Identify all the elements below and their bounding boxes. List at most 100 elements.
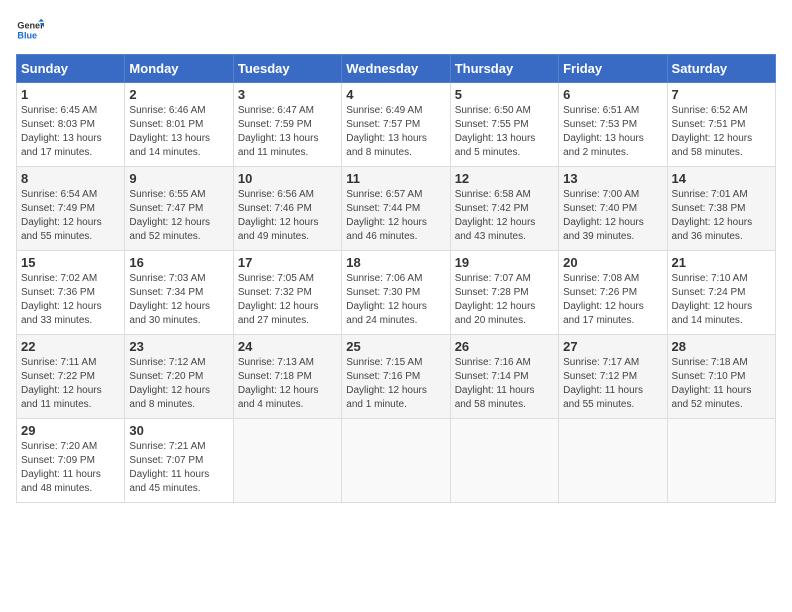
day-detail: Sunrise: 6:51 AM Sunset: 7:53 PM Dayligh… (563, 104, 662, 160)
calendar-cell: 17 Sunrise: 7:05 AM Sunset: 7:32 PM Dayli… (233, 251, 341, 335)
day-detail: Sunrise: 7:11 AM Sunset: 7:22 PM Dayligh… (21, 356, 120, 412)
calendar-cell: 4 Sunrise: 6:49 AM Sunset: 7:57 PM Daylig… (342, 83, 450, 167)
calendar-cell: 2Sunrise: 6:46 AM Sunset: 8:01 PM Daylig… (125, 83, 233, 167)
weekday-header-monday: Monday (125, 55, 233, 83)
calendar-cell: 26 Sunrise: 7:16 AM Sunset: 7:14 PM Dayli… (450, 335, 558, 419)
day-detail: Sunrise: 7:10 AM Sunset: 7:24 PM Dayligh… (672, 272, 771, 328)
day-number: 21 (672, 255, 771, 270)
calendar-cell: 1 Sunrise: 6:45 AM Sunset: 8:03 PM Daylig… (17, 83, 125, 167)
day-number: 27 (563, 339, 662, 354)
calendar-cell: 10 Sunrise: 6:56 AM Sunset: 7:46 PM Dayli… (233, 167, 341, 251)
day-number: 18 (346, 255, 445, 270)
calendar-cell: 21 Sunrise: 7:10 AM Sunset: 7:24 PM Dayli… (667, 251, 775, 335)
calendar-cell: 19Sunrise: 7:07 AM Sunset: 7:28 PM Dayli… (450, 251, 558, 335)
svg-text:General: General (17, 21, 44, 31)
day-detail: Sunrise: 7:13 AM Sunset: 7:18 PM Dayligh… (238, 356, 337, 412)
day-detail: Sunrise: 7:18 AM Sunset: 7:10 PM Dayligh… (672, 356, 771, 412)
day-number: 15 (21, 255, 120, 270)
day-detail: Sunrise: 7:12 AM Sunset: 7:20 PM Dayligh… (129, 356, 228, 412)
calendar-cell: 30 Sunrise: 7:21 AM Sunset: 7:07 PM Dayli… (125, 419, 233, 503)
calendar-cell: 9 Sunrise: 6:55 AM Sunset: 7:47 PM Daylig… (125, 167, 233, 251)
calendar-cell: 8 Sunrise: 6:54 AM Sunset: 7:49 PM Daylig… (17, 167, 125, 251)
day-detail: Sunrise: 7:05 AM Sunset: 7:32 PM Dayligh… (238, 272, 337, 328)
calendar-cell: 16 Sunrise: 7:03 AM Sunset: 7:34 PM Dayli… (125, 251, 233, 335)
day-detail: Sunrise: 7:16 AM Sunset: 7:14 PM Dayligh… (455, 356, 554, 412)
calendar-cell: 25 Sunrise: 7:15 AM Sunset: 7:16 PM Dayli… (342, 335, 450, 419)
day-detail: Sunrise: 7:17 AM Sunset: 7:12 PM Dayligh… (563, 356, 662, 412)
day-number: 5 (455, 87, 554, 102)
day-detail: Sunrise: 7:03 AM Sunset: 7:34 PM Dayligh… (129, 272, 228, 328)
day-number: 16 (129, 255, 228, 270)
calendar-cell: 15 Sunrise: 7:02 AM Sunset: 7:36 PM Dayli… (17, 251, 125, 335)
day-number: 2 (129, 87, 228, 102)
day-number: 19 (455, 255, 554, 270)
day-detail: Sunrise: 6:52 AM Sunset: 7:51 PM Dayligh… (672, 104, 771, 160)
day-detail: Sunrise: 6:57 AM Sunset: 7:44 PM Dayligh… (346, 188, 445, 244)
day-detail: Sunrise: 7:00 AM Sunset: 7:40 PM Dayligh… (563, 188, 662, 244)
calendar-cell: 22 Sunrise: 7:11 AM Sunset: 7:22 PM Dayli… (17, 335, 125, 419)
day-number: 17 (238, 255, 337, 270)
calendar-cell: 27 Sunrise: 7:17 AM Sunset: 7:12 PM Dayli… (559, 335, 667, 419)
day-detail: Sunrise: 6:49 AM Sunset: 7:57 PM Dayligh… (346, 104, 445, 160)
day-number: 12 (455, 171, 554, 186)
day-number: 4 (346, 87, 445, 102)
weekday-header-wednesday: Wednesday (342, 55, 450, 83)
day-number: 11 (346, 171, 445, 186)
day-detail: Sunrise: 7:08 AM Sunset: 7:26 PM Dayligh… (563, 272, 662, 328)
day-number: 10 (238, 171, 337, 186)
weekday-header-saturday: Saturday (667, 55, 775, 83)
day-number: 23 (129, 339, 228, 354)
calendar-cell (342, 419, 450, 503)
day-number: 26 (455, 339, 554, 354)
calendar-cell: 29 Sunrise: 7:20 AM Sunset: 7:09 PM Dayli… (17, 419, 125, 503)
day-number: 8 (21, 171, 120, 186)
day-detail: Sunrise: 7:02 AM Sunset: 7:36 PM Dayligh… (21, 272, 120, 328)
calendar-cell: 7 Sunrise: 6:52 AM Sunset: 7:51 PM Daylig… (667, 83, 775, 167)
day-number: 6 (563, 87, 662, 102)
day-detail: Sunrise: 6:58 AM Sunset: 7:42 PM Dayligh… (455, 188, 554, 244)
day-number: 28 (672, 339, 771, 354)
calendar-cell: 6 Sunrise: 6:51 AM Sunset: 7:53 PM Daylig… (559, 83, 667, 167)
day-detail: Sunrise: 7:06 AM Sunset: 7:30 PM Dayligh… (346, 272, 445, 328)
day-number: 30 (129, 423, 228, 438)
day-detail: Sunrise: 6:45 AM Sunset: 8:03 PM Dayligh… (21, 104, 120, 160)
day-number: 22 (21, 339, 120, 354)
logo-icon: General Blue (16, 16, 44, 44)
calendar-cell (450, 419, 558, 503)
day-detail: Sunrise: 6:47 AM Sunset: 7:59 PM Dayligh… (238, 104, 337, 160)
calendar-cell: 20 Sunrise: 7:08 AM Sunset: 7:26 PM Dayli… (559, 251, 667, 335)
day-detail: Sunrise: 6:50 AM Sunset: 7:55 PM Dayligh… (455, 104, 554, 160)
day-detail: Sunrise: 6:56 AM Sunset: 7:46 PM Dayligh… (238, 188, 337, 244)
day-number: 29 (21, 423, 120, 438)
day-number: 20 (563, 255, 662, 270)
calendar-cell: 14 Sunrise: 7:01 AM Sunset: 7:38 PM Dayli… (667, 167, 775, 251)
calendar-cell: 5 Sunrise: 6:50 AM Sunset: 7:55 PM Daylig… (450, 83, 558, 167)
calendar-cell: 3Sunrise: 6:47 AM Sunset: 7:59 PM Daylig… (233, 83, 341, 167)
calendar-cell: 12 Sunrise: 6:58 AM Sunset: 7:42 PM Dayli… (450, 167, 558, 251)
calendar-cell (233, 419, 341, 503)
logo: General Blue (16, 16, 44, 44)
weekday-header-friday: Friday (559, 55, 667, 83)
calendar-cell (667, 419, 775, 503)
day-detail: Sunrise: 7:21 AM Sunset: 7:07 PM Dayligh… (129, 440, 228, 496)
calendar-cell: 23 Sunrise: 7:12 AM Sunset: 7:20 PM Dayli… (125, 335, 233, 419)
day-detail: Sunrise: 7:01 AM Sunset: 7:38 PM Dayligh… (672, 188, 771, 244)
svg-text:Blue: Blue (17, 30, 37, 40)
day-detail: Sunrise: 6:55 AM Sunset: 7:47 PM Dayligh… (129, 188, 228, 244)
calendar-cell: 24Sunrise: 7:13 AM Sunset: 7:18 PM Dayli… (233, 335, 341, 419)
calendar-cell: 18 Sunrise: 7:06 AM Sunset: 7:30 PM Dayli… (342, 251, 450, 335)
day-number: 7 (672, 87, 771, 102)
day-number: 1 (21, 87, 120, 102)
day-detail: Sunrise: 6:54 AM Sunset: 7:49 PM Dayligh… (21, 188, 120, 244)
calendar-table: SundayMondayTuesdayWednesdayThursdayFrid… (16, 54, 776, 503)
calendar-cell: 28 Sunrise: 7:18 AM Sunset: 7:10 PM Dayli… (667, 335, 775, 419)
calendar-cell (559, 419, 667, 503)
day-number: 14 (672, 171, 771, 186)
weekday-header-thursday: Thursday (450, 55, 558, 83)
day-detail: Sunrise: 7:20 AM Sunset: 7:09 PM Dayligh… (21, 440, 120, 496)
calendar-cell: 11 Sunrise: 6:57 AM Sunset: 7:44 PM Dayli… (342, 167, 450, 251)
day-detail: Sunrise: 7:15 AM Sunset: 7:16 PM Dayligh… (346, 356, 445, 412)
weekday-header-tuesday: Tuesday (233, 55, 341, 83)
day-number: 9 (129, 171, 228, 186)
day-number: 25 (346, 339, 445, 354)
